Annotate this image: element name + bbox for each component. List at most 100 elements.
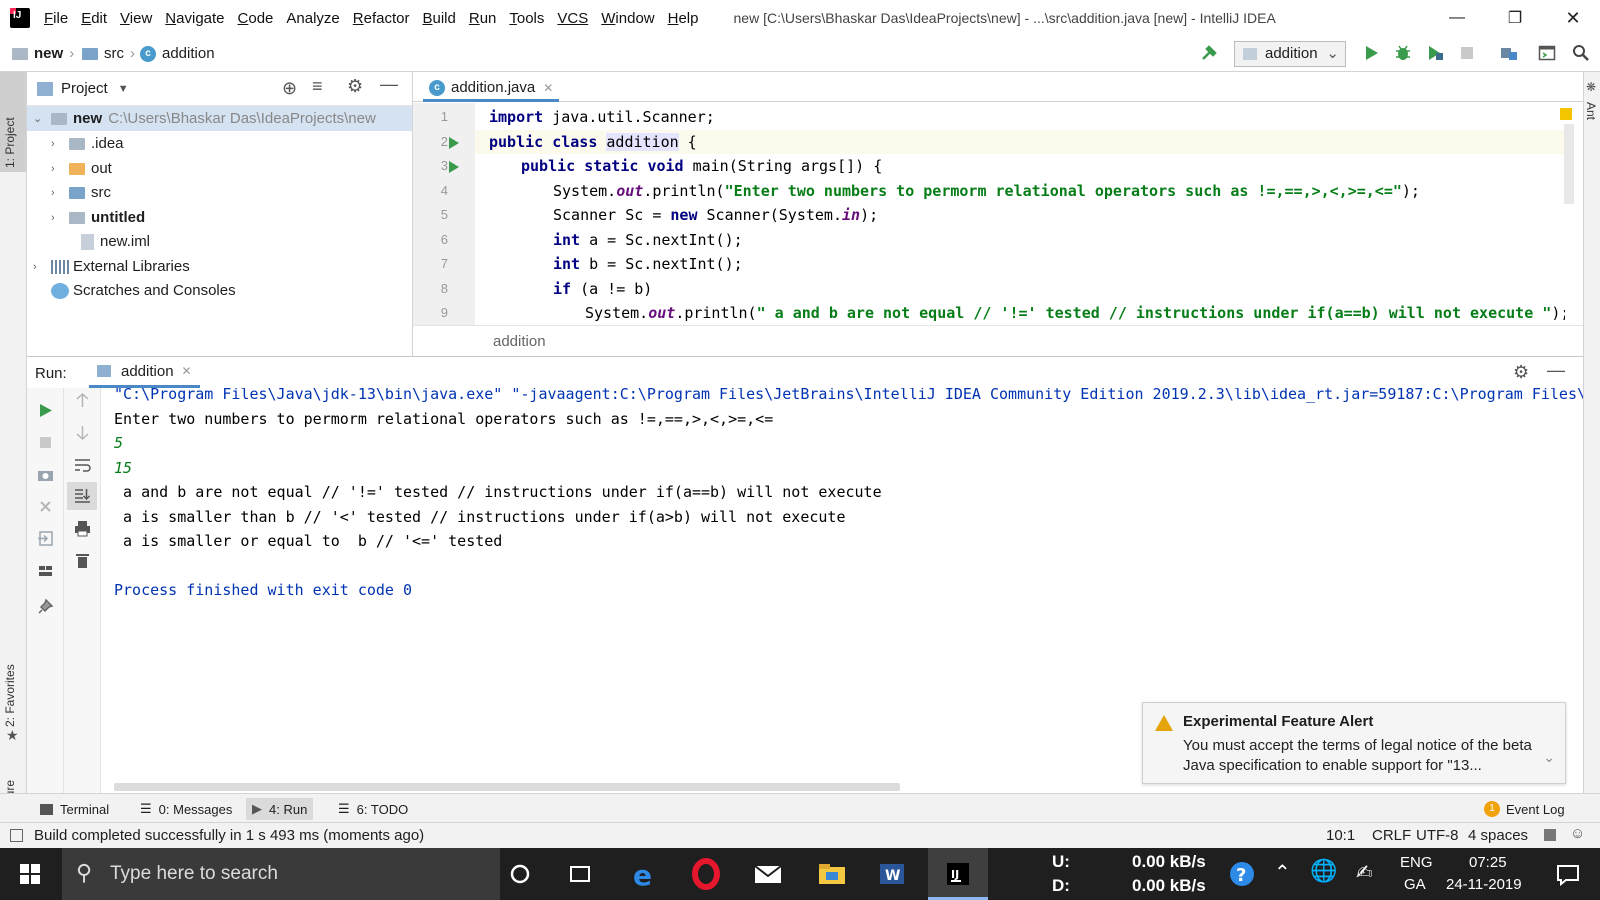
terminal-tool-tab[interactable]: Terminal [34,798,115,820]
menu-help[interactable]: Help [668,10,699,27]
clock-date[interactable]: 24-11-2019 [1446,876,1522,893]
breadcrumb-project[interactable]: new › [12,45,80,62]
taskbar-search-input[interactable]: ⚲ Type here to search [62,848,500,900]
camera-icon[interactable] [37,466,54,483]
windows-start-icon[interactable] [14,858,46,890]
restore-button[interactable]: ❐ [1490,0,1540,36]
opera-browser-icon[interactable] [690,858,722,890]
menu-navigate[interactable]: Navigate [165,10,224,27]
file-explorer-icon[interactable] [816,858,848,890]
warning-marker-icon[interactable] [1560,108,1572,120]
run-tab-addition[interactable]: addition ✕ [89,357,200,388]
menu-refactor[interactable]: Refactor [353,10,410,27]
menu-tools[interactable]: Tools [509,10,544,27]
layout-icon[interactable] [37,562,54,579]
menu-file[interactable]: File [44,10,68,27]
mail-icon[interactable] [752,858,784,890]
minimize-button[interactable]: — [1432,0,1482,36]
breadcrumb-src[interactable]: src › [82,45,141,62]
search-everywhere-icon[interactable] [1572,44,1590,62]
menu-view[interactable]: View [120,10,152,27]
project-view-selector[interactable]: Project [61,80,108,97]
scroll-to-end-icon[interactable] [74,487,91,504]
tree-item-external-libraries[interactable]: › External Libraries [27,254,190,279]
word-icon[interactable]: W [876,858,908,890]
run-anything-icon[interactable] [1538,44,1556,62]
tree-item-idea[interactable]: › .idea [51,131,124,156]
cortana-icon[interactable] [504,858,536,890]
run-main-gutter-icon[interactable] [449,161,459,173]
menu-analyze[interactable]: Analyze [286,10,339,27]
pen-icon[interactable]: ✍ [1356,860,1373,885]
status-message[interactable]: Build completed successfully in 1 s 493 … [34,827,424,844]
close-window-button[interactable]: ✕ [1548,0,1598,36]
intellij-idea-icon[interactable]: IJ [942,858,974,890]
run-tool-tab[interactable]: ▶ 4: Run [246,798,314,820]
arrow-down-icon[interactable] [74,424,91,441]
debug-icon[interactable] [1394,44,1412,62]
arrow-up-icon[interactable] [74,392,91,409]
ant-tool-tab[interactable]: Ant [1584,102,1598,120]
inspector-icon[interactable]: ☺ [1570,825,1585,842]
indent-setting[interactable]: 4 spaces [1468,827,1528,844]
menu-edit[interactable]: Edit [81,10,107,27]
toggle-tool-windows-icon[interactable] [10,829,23,842]
print-icon[interactable] [74,520,91,537]
chevron-down-icon[interactable]: ▼ [118,83,129,95]
experimental-feature-notification[interactable]: Experimental Feature Alert You must acce… [1142,702,1566,784]
console-horizontal-scrollbar[interactable] [114,783,900,791]
collapse-all-icon[interactable]: ≡ [312,76,323,97]
run-configuration-select[interactable]: addition ⌄ [1234,41,1346,67]
soft-wrap-icon[interactable] [74,456,91,473]
run-icon[interactable] [1362,44,1380,62]
menu-build[interactable]: Build [422,10,455,27]
language-indicator[interactable]: ENG [1400,854,1433,871]
gear-icon[interactable]: ⚙ [1513,362,1529,383]
notifications-icon[interactable] [1552,858,1584,890]
editor-vertical-scrollbar[interactable] [1564,124,1574,204]
run-class-gutter-icon[interactable] [449,137,459,149]
lock-icon[interactable] [1544,829,1556,841]
chevron-up-icon[interactable]: ⌃ [1274,860,1291,885]
menu-run[interactable]: Run [469,10,497,27]
hide-panel-icon[interactable]: — [380,74,398,95]
project-structure-icon[interactable] [1500,44,1518,62]
trash-icon[interactable] [74,552,91,569]
todo-tool-tab[interactable]: ☰ 6: TODO [332,798,414,820]
line-separator[interactable]: CRLF [1372,827,1411,844]
tree-root-new[interactable]: ⌄ new C:\Users\Bhaskar Das\IdeaProjects\ne… [27,106,412,131]
close-tab-icon[interactable]: ✕ [543,81,553,95]
tree-item-src[interactable]: › src [51,180,111,205]
code-editor[interactable]: import java.util.Scanner; public class a… [475,103,1565,325]
help-icon[interactable]: ? [1226,858,1258,890]
favorites-tool-tab[interactable]: 2: Favorites [3,664,17,727]
hide-panel-icon[interactable]: — [1547,360,1565,381]
rerun-icon[interactable] [37,402,54,419]
pin-icon[interactable] [37,598,54,615]
tree-item-scratches[interactable]: Scratches and Consoles [51,278,236,303]
file-encoding[interactable]: UTF-8 [1416,827,1459,844]
menu-code[interactable]: Code [238,10,274,27]
import-icon[interactable] [37,530,54,547]
project-tool-tab[interactable]: 1: Project [3,117,17,168]
tree-item-untitled[interactable]: › untitled [51,205,145,230]
messages-tool-tab[interactable]: ☰ 0: Messages [134,798,238,820]
tree-item-new-iml[interactable]: new.iml [81,229,150,254]
chevron-down-icon[interactable]: ⌄ [1543,749,1555,766]
editor-tab-addition-java[interactable]: c addition.java ✕ [423,76,560,102]
build-hammer-icon[interactable] [1200,44,1218,62]
breadcrumb-class[interactable]: c addition [140,45,215,62]
task-view-icon[interactable] [564,858,596,890]
locate-icon[interactable]: ⊕ [282,78,297,99]
tree-item-out[interactable]: › out [51,156,112,181]
menu-window[interactable]: Window [601,10,654,27]
run-with-coverage-icon[interactable] [1426,44,1444,62]
gear-icon[interactable]: ⚙ [347,76,363,97]
stop-icon[interactable] [1458,44,1476,62]
event-log-tool-tab[interactable]: 1 Event Log [1478,798,1571,820]
keyboard-layout-indicator[interactable]: GA [1404,876,1426,893]
menu-vcs[interactable]: VCS [557,10,588,27]
stop-icon[interactable] [37,434,54,451]
clock-time[interactable]: 07:25 [1469,854,1507,871]
close-tab-icon[interactable]: ✕ [182,364,192,378]
